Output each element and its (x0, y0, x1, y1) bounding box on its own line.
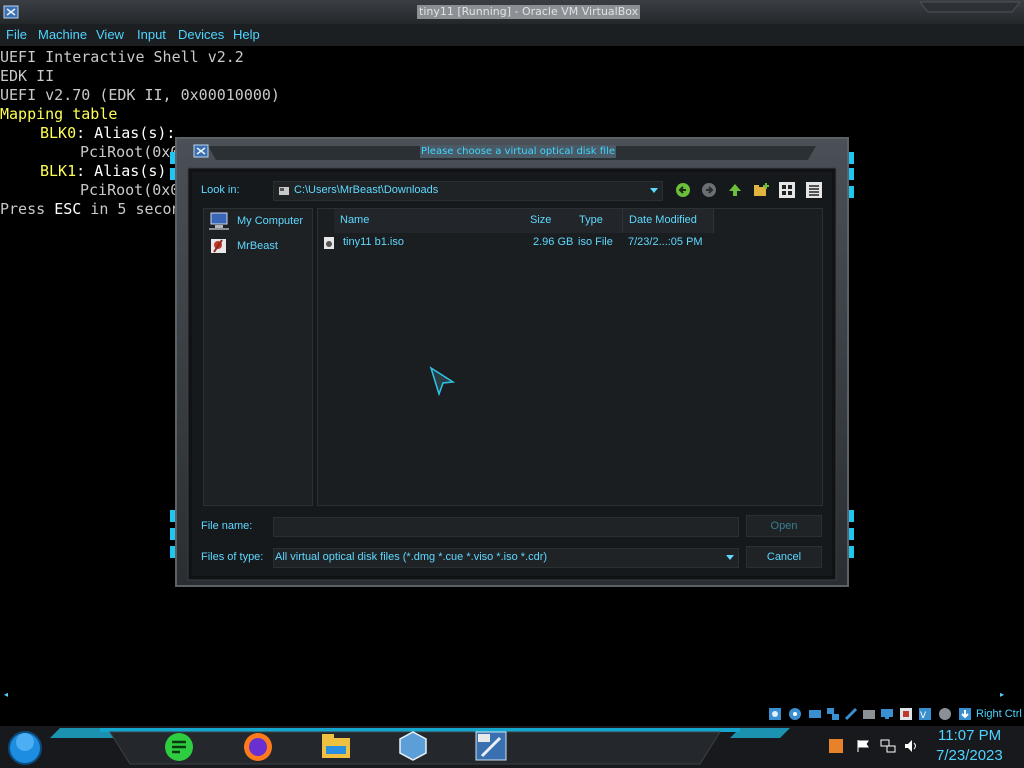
svg-text:V: V (920, 711, 927, 721)
files-of-type-combobox[interactable]: All virtual optical disk files (*.dmg *.… (273, 548, 739, 568)
open-button[interactable]: Open (746, 515, 822, 537)
display-icon[interactable] (880, 707, 894, 721)
console-device-name: BLK1 (40, 162, 77, 180)
flag-icon[interactable] (856, 739, 870, 753)
virtualbox-taskbar-icon[interactable] (398, 730, 428, 762)
menu-input[interactable]: Input (137, 27, 166, 42)
sidebar-item-label: MrBeast (237, 240, 278, 252)
host-key-label: Right Ctrl (976, 708, 1022, 720)
table-row[interactable]: tiny11 b1.iso 2.96 GB iso File 7/23/2...… (318, 233, 818, 253)
dialog-title: Please choose a virtual optical disk fil… (420, 145, 616, 158)
console-line: UEFI v2.70 (EDK II, 0x00010000) (0, 86, 280, 104)
menu-file[interactable]: File (6, 27, 27, 42)
network-tray-icon[interactable] (880, 739, 896, 753)
file-modified-cell: 7/23/2...:05 PM (628, 236, 703, 248)
sidebar-item-mrbeast[interactable]: MrBeast (208, 236, 308, 258)
keyboard-capture-icon[interactable] (958, 707, 972, 721)
files-of-type-label: Files of type: (201, 551, 264, 563)
window-title: tiny11 [Running] - Oracle VM VirtualBox (417, 5, 641, 19)
clock-time[interactable]: 11:07 PM (938, 727, 1001, 744)
firefox-icon[interactable] (242, 730, 274, 762)
usb-icon[interactable] (844, 707, 858, 721)
file-name-field[interactable] (273, 517, 739, 537)
chevron-down-icon (650, 188, 658, 193)
mouse-integration-icon[interactable] (938, 707, 952, 721)
file-name-cell: tiny11 b1.iso (343, 236, 404, 248)
vm-status-icons: V (768, 707, 974, 723)
look-in-path: C:\Users\MrBeast\Downloads (294, 184, 439, 196)
chevron-down-icon (726, 555, 734, 560)
virtualbox-icon (3, 5, 19, 19)
menu-view[interactable]: View (96, 27, 124, 42)
menu-bar: File Machine View Input Devices Help (0, 24, 1024, 46)
shared-folder-icon[interactable] (862, 707, 876, 721)
console-line: BLK1: Alias(s): (40, 162, 175, 181)
disc-image-file-icon (324, 237, 334, 249)
file-explorer-icon[interactable] (320, 732, 352, 760)
tiny11-vm-taskbar-icon[interactable] (474, 730, 508, 762)
sidebar-item-label: My Computer (237, 215, 304, 227)
scroll-left-icon[interactable]: ◂ (4, 690, 8, 699)
window-controls[interactable] (920, 0, 1020, 14)
taskbar (0, 726, 1024, 768)
menu-help[interactable]: Help (233, 27, 260, 42)
detail-view-icon[interactable] (806, 182, 822, 198)
console-text: Press (0, 200, 55, 218)
console-line: EDK II (0, 67, 55, 85)
column-header-name[interactable]: Name (334, 209, 528, 233)
console-line: BLK0: Alias(s): (40, 124, 175, 143)
console-scrollbar[interactable]: ◂ ▸ (0, 690, 1024, 700)
app-tray-icon[interactable] (828, 738, 844, 754)
files-of-type-value: All virtual optical disk files (*.dmg *.… (275, 551, 548, 563)
console-line: PciRoot(0x0 (80, 181, 180, 199)
cancel-button[interactable]: Cancel (746, 546, 822, 568)
scroll-right-icon[interactable]: ▸ (1000, 690, 1004, 699)
virtualbox-icon (193, 144, 209, 158)
sidebar-item-my-computer[interactable]: My Computer (208, 211, 308, 233)
console-line: Press ESC in 5 second (0, 200, 190, 219)
mouse-cursor-icon (429, 366, 455, 396)
optical-drive-icon[interactable] (788, 707, 802, 721)
taskbar-frame (0, 726, 1024, 768)
console-device-name: BLK0 (40, 124, 77, 142)
console-line: Mapping table (0, 105, 118, 123)
file-list[interactable]: Name Size Type Date Modified tiny11 b1.i… (317, 208, 823, 506)
virtualization-icon[interactable]: V (918, 707, 932, 721)
console-alias-text: : Alias(s): (76, 162, 176, 180)
file-type-cell: iso File (578, 236, 613, 248)
console-line: PciRoot(0x0 (80, 143, 180, 161)
back-icon[interactable] (675, 182, 691, 198)
column-header-type[interactable]: Type (573, 209, 623, 233)
file-name-label: File name: (201, 520, 253, 532)
grid-view-icon[interactable] (779, 182, 795, 198)
notes-app-icon[interactable] (164, 732, 194, 762)
new-folder-icon[interactable] (753, 182, 769, 198)
window-title-bar[interactable]: tiny11 [Running] - Oracle VM VirtualBox (0, 0, 1024, 25)
user-folder-icon (211, 239, 226, 253)
folder-icon (279, 187, 289, 195)
file-size-cell: 2.96 GB (533, 236, 574, 248)
look-in-combobox[interactable]: C:\Users\MrBeast\Downloads (273, 181, 663, 201)
console-line: UEFI Interactive Shell v2.2 (0, 48, 244, 66)
audio-icon[interactable] (808, 707, 822, 721)
menu-machine[interactable]: Machine (38, 27, 87, 42)
volume-icon[interactable] (904, 739, 920, 753)
recording-icon[interactable] (899, 707, 913, 721)
parent-folder-icon[interactable] (727, 182, 743, 198)
computer-icon (209, 212, 229, 230)
console-alias-text: : Alias(s): (76, 124, 176, 142)
forward-icon[interactable] (701, 182, 717, 198)
network-icon[interactable] (826, 707, 840, 721)
menu-devices[interactable]: Devices (178, 27, 224, 42)
clock-date[interactable]: 7/23/2023 (936, 747, 1003, 764)
look-in-label: Look in: (201, 184, 240, 196)
console-esc-key: ESC (54, 200, 82, 218)
start-button-icon[interactable] (6, 730, 44, 766)
places-sidebar: My Computer MrBeast (203, 208, 313, 506)
column-header-size[interactable]: Size (524, 209, 574, 233)
hard-disk-icon[interactable] (768, 707, 782, 721)
column-header-date-modified[interactable]: Date Modified (623, 209, 714, 233)
